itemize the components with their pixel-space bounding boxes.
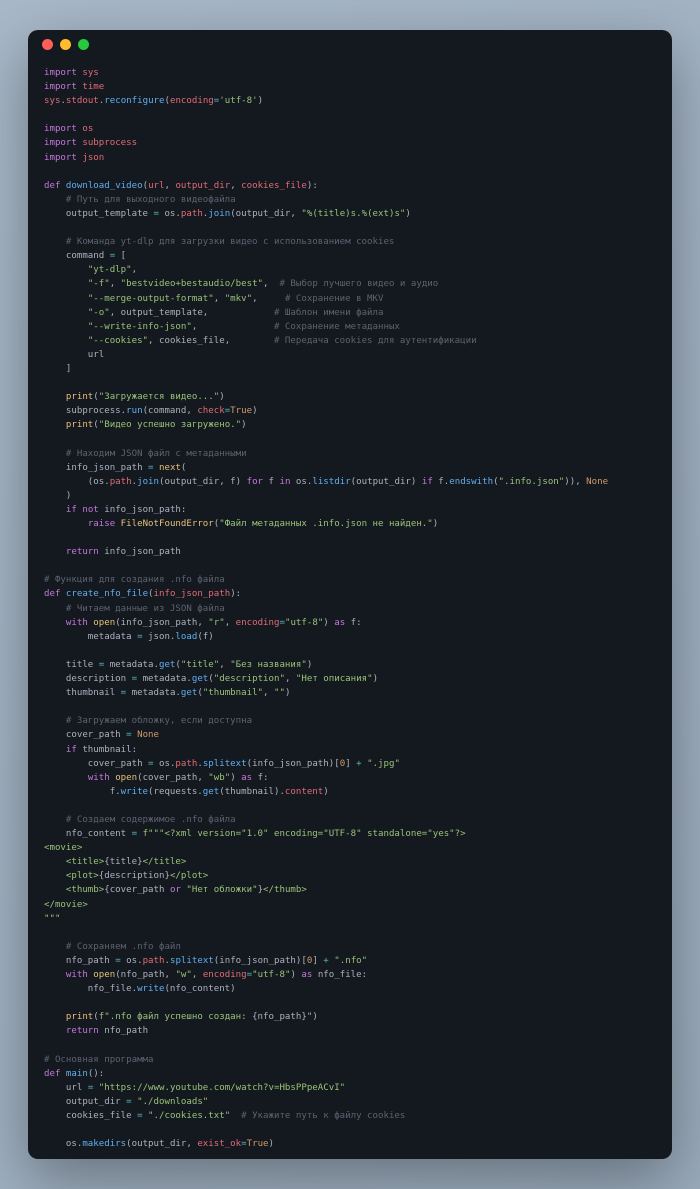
code-line: # Читаем данные из JSON файла [44,602,656,616]
code-line: """ [44,912,656,926]
code-line: def create_nfo_file(info_json_path): [44,587,656,601]
code-line: if not info_json_path: [44,503,656,517]
code-line: import sys [44,66,656,80]
code-line: ] [44,362,656,376]
code-line [44,531,656,545]
code-line: title = metadata.get("title", "Без назва… [44,658,656,672]
code-line: import os [44,122,656,136]
code-line: "--write-info-json", # Сохранение метада… [44,320,656,334]
code-line: import json [44,151,656,165]
code-line [44,996,656,1010]
code-line: thumbnail = metadata.get("thumbnail", ""… [44,686,656,700]
code-line: print("Видео успешно загружено.") [44,418,656,432]
code-line: <movie> [44,841,656,855]
code-line [44,1151,656,1159]
code-line [44,1123,656,1137]
code-line: "-o", output_template, # Шаблон имени фа… [44,306,656,320]
code-line: print("Загружается видео...") [44,390,656,404]
code-line: # Команда yt-dlp для загрузки видео с ис… [44,235,656,249]
code-line: # Функция для создания .nfo файла [44,573,656,587]
code-line [44,926,656,940]
code-line: output_dir = "./downloads" [44,1095,656,1109]
code-line: metadata = json.load(f) [44,630,656,644]
code-line: return nfo_path [44,1024,656,1038]
code-line [44,700,656,714]
code-line: print(f".nfo файл успешно создан: {nfo_p… [44,1010,656,1024]
code-line [44,1038,656,1052]
code-line: output_template = os.path.join(output_di… [44,207,656,221]
code-line: ) [44,489,656,503]
code-line: # Создаем содержимое .nfo файла [44,813,656,827]
code-line [44,108,656,122]
code-line: <title>{title}</title> [44,855,656,869]
code-line: return info_json_path [44,545,656,559]
code-line: subprocess.run(command, check=True) [44,404,656,418]
code-line: with open(cover_path, "wb") as f: [44,771,656,785]
code-line: "--merge-output-format", "mkv", # Сохран… [44,292,656,306]
code-line: description = metadata.get("description"… [44,672,656,686]
code-line: cover_path = os.path.splitext(info_json_… [44,757,656,771]
code-line: os.makedirs(output_dir, exist_ok=True) [44,1137,656,1151]
code-line: url = "https://www.youtube.com/watch?v=H… [44,1081,656,1095]
code-line: cookies_file = "./cookies.txt" # Укажите… [44,1109,656,1123]
maximize-icon[interactable] [78,39,89,50]
code-line: info_json_path = next( [44,461,656,475]
code-line: "--cookies", cookies_file, # Передача co… [44,334,656,348]
code-line: f.write(requests.get(thumbnail).content) [44,785,656,799]
code-line: with open(info_json_path, "r", encoding=… [44,616,656,630]
code-line: # Загружаем обложку, если доступна [44,714,656,728]
code-line [44,644,656,658]
code-line [44,559,656,573]
terminal-window: import sysimport timesys.stdout.reconfig… [28,30,672,1159]
code-line: nfo_content = f"""<?xml version="1.0" en… [44,827,656,841]
code-line: raise FileNotFoundError("Файл метаданных… [44,517,656,531]
code-line: nfo_path = os.path.splitext(info_json_pa… [44,954,656,968]
code-line: "yt-dlp", [44,263,656,277]
code-line: cover_path = None [44,728,656,742]
code-line: # Сохраняем .nfo файл [44,940,656,954]
code-line: <plot>{description}</plot> [44,869,656,883]
code-line: <thumb>{cover_path or "Нет обложки"}</th… [44,883,656,897]
close-icon[interactable] [42,39,53,50]
code-block: import sysimport timesys.stdout.reconfig… [28,58,672,1159]
code-line: sys.stdout.reconfigure(encoding='utf-8') [44,94,656,108]
code-line: # Путь для выходного видеофайла [44,193,656,207]
code-line: command = [ [44,249,656,263]
code-line: with open(nfo_path, "w", encoding="utf-8… [44,968,656,982]
code-line: import subprocess [44,136,656,150]
code-line: import time [44,80,656,94]
code-line [44,165,656,179]
code-line: nfo_file.write(nfo_content) [44,982,656,996]
code-line: (os.path.join(output_dir, f) for f in os… [44,475,656,489]
code-line: if thumbnail: [44,743,656,757]
code-line [44,376,656,390]
window-titlebar [28,30,672,58]
code-line: </movie> [44,898,656,912]
code-line: def download_video(url, output_dir, cook… [44,179,656,193]
minimize-icon[interactable] [60,39,71,50]
code-line [44,221,656,235]
code-line: def main(): [44,1067,656,1081]
code-line [44,432,656,446]
code-line: "-f", "bestvideo+bestaudio/best", # Выбо… [44,277,656,291]
code-line [44,799,656,813]
code-line: url [44,348,656,362]
code-line: # Находим JSON файл с метаданными [44,447,656,461]
code-line: # Основная программа [44,1053,656,1067]
